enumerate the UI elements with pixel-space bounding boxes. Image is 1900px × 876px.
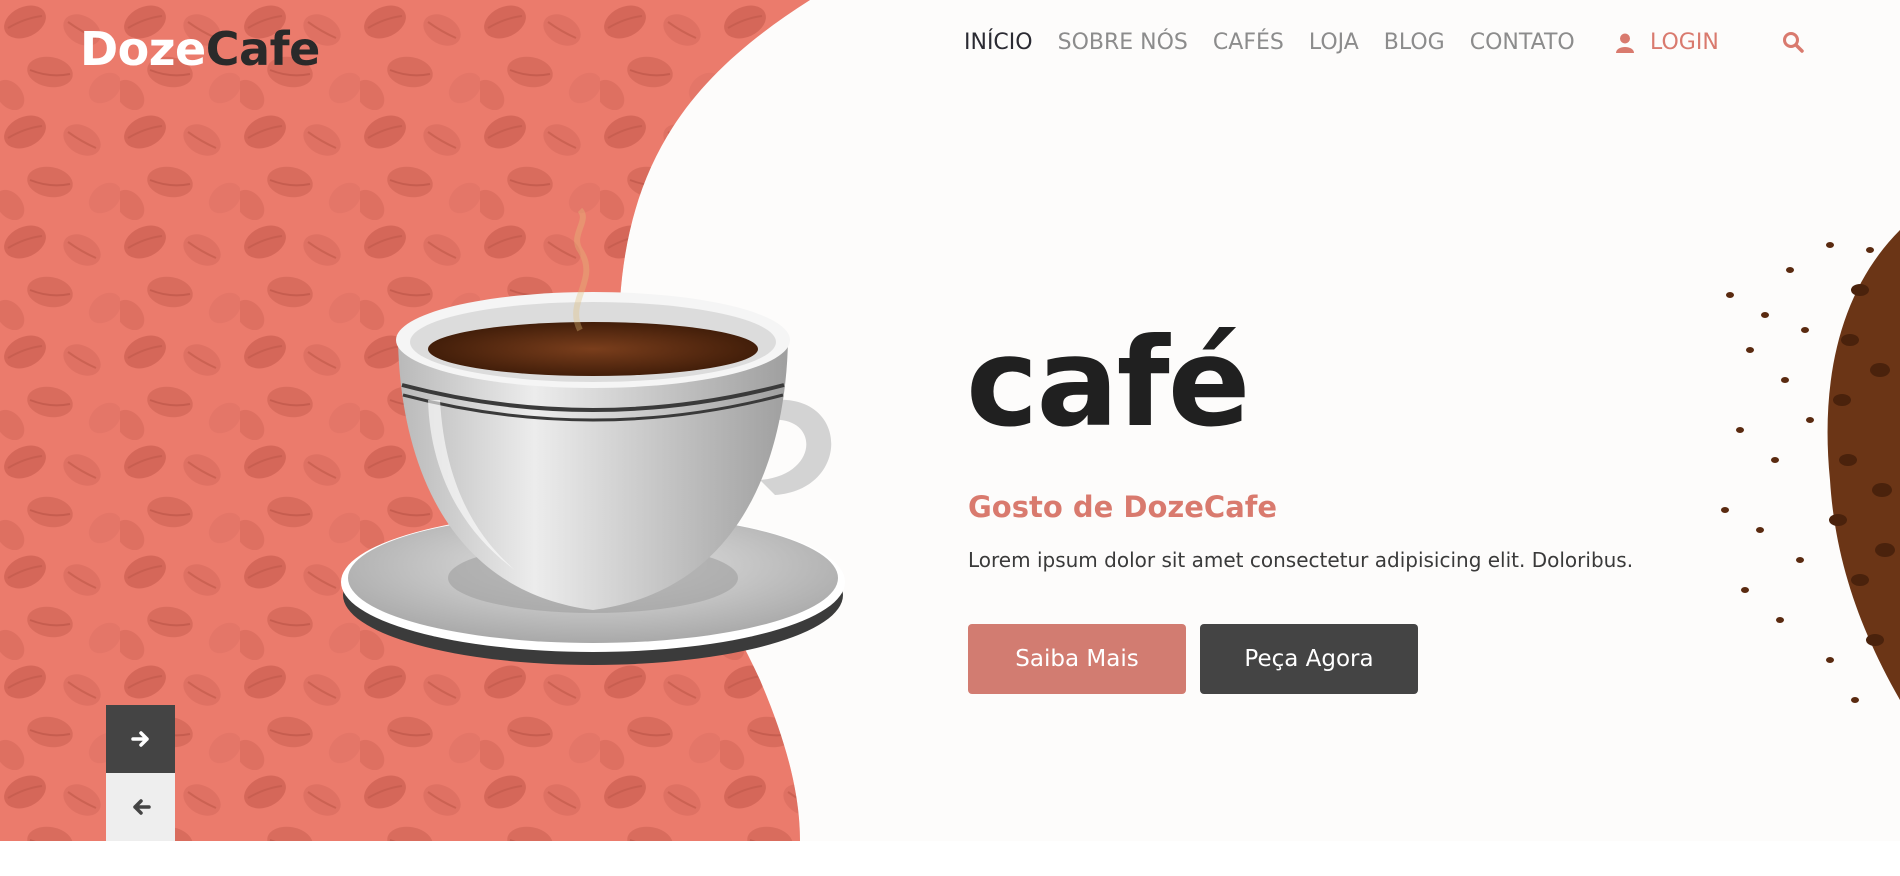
coffee-beans-pile-image [1721, 230, 1900, 703]
brand-logo-part1: Doze [80, 22, 206, 76]
search-button[interactable] [1782, 31, 1804, 58]
hero-title: café [966, 312, 1250, 454]
slider-next-button[interactable] [106, 705, 175, 773]
peca-agora-button[interactable]: Peça Agora [1200, 624, 1418, 694]
coffee-beans-background [0, 0, 810, 841]
hero-subtitle: Gosto de DozeCafe [968, 490, 1278, 524]
login-label: LOGIN [1650, 30, 1719, 55]
nav-item-cafes[interactable]: CAFÉS [1213, 30, 1284, 55]
hero-section: DozeCafe INÍCIO SOBRE NÓS CAFÉS LOJA BLO… [0, 0, 1900, 841]
arrow-left-icon [132, 799, 151, 815]
nav-item-inicio[interactable]: INÍCIO [964, 30, 1033, 55]
arrow-right-icon [130, 731, 149, 747]
slider-prev-button[interactable] [106, 773, 175, 841]
login-link[interactable]: LOGIN [1616, 30, 1719, 55]
page-bottom-strip [0, 841, 1900, 876]
nav-item-loja[interactable]: LOJA [1309, 30, 1359, 55]
main-nav: INÍCIO SOBRE NÓS CAFÉS LOJA BLOG CONTATO [964, 30, 1600, 55]
brand-logo[interactable]: DozeCafe [80, 22, 320, 76]
brand-logo-part2: Cafe [205, 22, 321, 76]
user-icon [1616, 33, 1634, 53]
nav-item-blog[interactable]: BLOG [1384, 30, 1445, 55]
coffee-cup-image [341, 207, 845, 665]
saiba-mais-button[interactable]: Saiba Mais [968, 624, 1186, 694]
nav-item-contato[interactable]: CONTATO [1470, 30, 1575, 55]
hero-description: Lorem ipsum dolor sit amet consectetur a… [968, 548, 1634, 572]
search-icon [1783, 32, 1804, 53]
nav-item-sobre-nos[interactable]: SOBRE NÓS [1058, 30, 1188, 55]
